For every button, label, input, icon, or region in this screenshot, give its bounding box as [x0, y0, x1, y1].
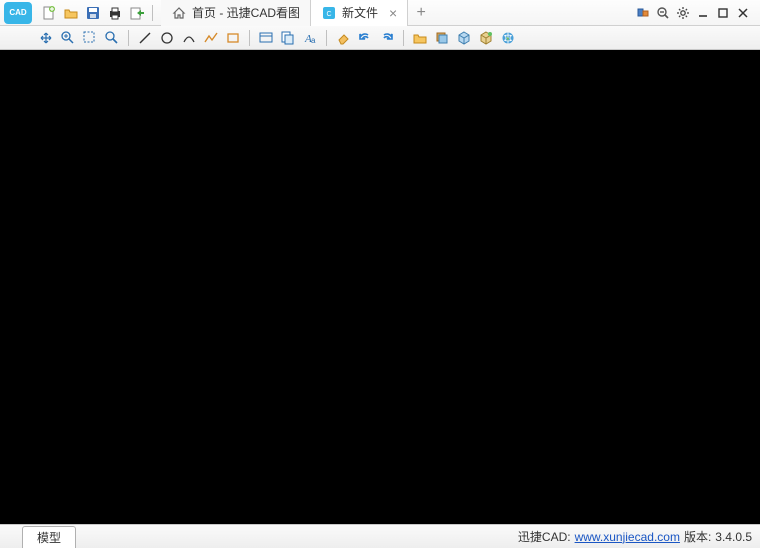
statusbar: 模型 迅捷CAD: www.xunjiecad.com 版本: 3.4.0.5 [0, 524, 760, 548]
text-tool[interactable]: Aa [300, 28, 320, 48]
layers-icon [434, 30, 450, 46]
print-icon [107, 5, 123, 21]
redo-icon [379, 30, 395, 46]
cube-icon [478, 30, 494, 46]
tab-close-button[interactable]: × [389, 5, 397, 21]
tab-home[interactable]: 首页 - 迅捷CAD看图 [161, 0, 311, 26]
separator [152, 5, 153, 21]
tab-newfile[interactable]: C 新文件 × [311, 0, 408, 26]
undo-button[interactable] [355, 28, 375, 48]
settings-button[interactable] [674, 4, 692, 22]
window-controls [634, 4, 756, 22]
separator [249, 30, 250, 46]
open-file-button[interactable] [61, 3, 81, 23]
new-file-button[interactable] [39, 3, 59, 23]
text-icon: Aa [302, 30, 318, 46]
world-tool[interactable] [498, 28, 518, 48]
minimize-button[interactable] [694, 4, 712, 22]
rect-tool[interactable] [223, 28, 243, 48]
zoom-out-icon [656, 6, 670, 20]
erase-tool[interactable] [333, 28, 353, 48]
line-icon [137, 30, 153, 46]
redo-button[interactable] [377, 28, 397, 48]
block-icon [456, 30, 472, 46]
gear-icon [676, 6, 690, 20]
undo-icon [357, 30, 373, 46]
separator [326, 30, 327, 46]
open-drawing-tool[interactable] [410, 28, 430, 48]
model-tab[interactable]: 模型 [22, 526, 76, 548]
separator [403, 30, 404, 46]
tab-bar: 首页 - 迅捷CAD看图 C 新文件 × + [161, 0, 634, 26]
tab-newfile-label: 新文件 [342, 4, 378, 21]
arc-tool[interactable] [179, 28, 199, 48]
save-button[interactable] [83, 3, 103, 23]
save-icon [85, 5, 101, 21]
export-icon [129, 5, 145, 21]
close-button[interactable] [734, 4, 752, 22]
arc-icon [181, 30, 197, 46]
zoom-out-button[interactable] [654, 4, 672, 22]
polyline-tool[interactable] [201, 28, 221, 48]
drawing-canvas[interactable] [0, 50, 760, 524]
magnify-icon [104, 30, 120, 46]
zoom-extents-icon [60, 30, 76, 46]
app-logo: CAD [4, 2, 32, 24]
zoom-window-icon [82, 30, 98, 46]
pin-icon [636, 6, 650, 20]
eraser-icon [335, 30, 351, 46]
zoom-extents-tool[interactable] [58, 28, 78, 48]
polyline-icon [203, 30, 219, 46]
globe-icon [500, 30, 516, 46]
tab-add-button[interactable]: + [408, 0, 434, 26]
zoom-window-tool[interactable] [80, 28, 100, 48]
website-link[interactable]: www.xunjiecad.com [575, 530, 680, 544]
layers-panel-tool[interactable] [432, 28, 452, 48]
close-icon [737, 7, 749, 19]
minimize-icon [697, 7, 709, 19]
block-tool[interactable] [454, 28, 474, 48]
tab-home-label: 首页 - 迅捷CAD看图 [192, 4, 300, 21]
home-icon [171, 5, 187, 21]
pin-button[interactable] [634, 4, 652, 22]
circle-icon [159, 30, 175, 46]
copy-icon [280, 30, 296, 46]
version-value: 3.4.0.5 [715, 530, 752, 544]
svg-text:C: C [326, 11, 331, 18]
maximize-icon [717, 7, 729, 19]
copy-tool[interactable] [278, 28, 298, 48]
main-toolbar: Aa [0, 26, 760, 50]
rect-icon [225, 30, 241, 46]
print-button[interactable] [105, 3, 125, 23]
circle-tool[interactable] [157, 28, 177, 48]
magnify-tool[interactable] [102, 28, 122, 48]
folder-icon [412, 30, 428, 46]
line-tool[interactable] [135, 28, 155, 48]
3d-tool[interactable] [476, 28, 496, 48]
maximize-button[interactable] [714, 4, 732, 22]
version-label: 版本: [684, 528, 711, 545]
pan-icon [38, 30, 54, 46]
new-file-icon [41, 5, 57, 21]
separator [128, 30, 129, 46]
brand-label: 迅捷CAD: [518, 528, 571, 545]
titlebar: CAD 首页 - 迅捷CAD看图 C 新文件 × + [0, 0, 760, 26]
folder-open-icon [63, 5, 79, 21]
status-info: 迅捷CAD: www.xunjiecad.com 版本: 3.4.0.5 [518, 528, 752, 545]
layer-icon [258, 30, 274, 46]
doc-icon: C [321, 5, 337, 21]
layer-tool[interactable] [256, 28, 276, 48]
pan-tool[interactable] [36, 28, 56, 48]
svg-text:a: a [311, 36, 316, 45]
export-button[interactable] [127, 3, 147, 23]
